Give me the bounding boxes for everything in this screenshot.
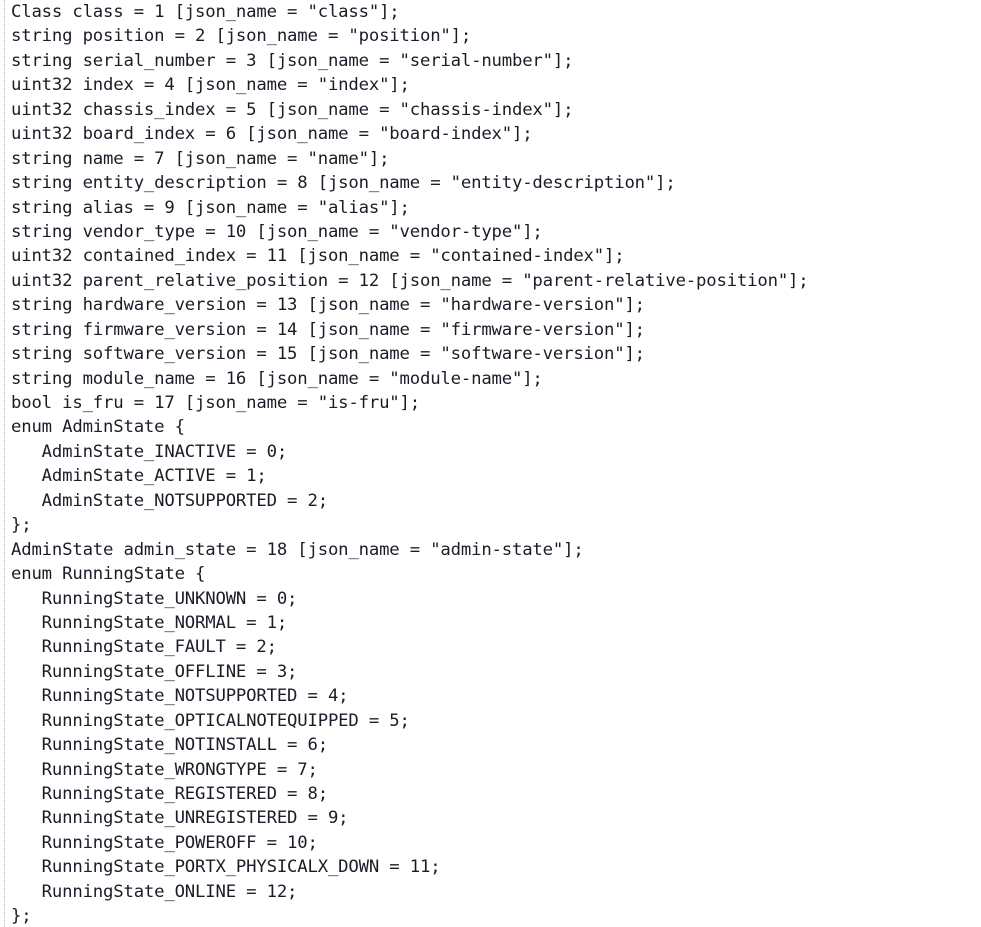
code-line: string serial_number = 3 [json_name = "s… (11, 50, 574, 71)
code-line: RunningState_OPTICALNOTEQUIPPED = 5; (11, 710, 410, 731)
code-line: uint32 index = 4 [json_name = "index"]; (11, 75, 410, 96)
code-line: enum RunningState { (11, 564, 206, 585)
code-line: string module_name = 16 [json_name = "mo… (11, 368, 543, 389)
code-line: RunningState_NOTSUPPORTED = 4; (11, 686, 349, 707)
code-line: AdminState admin_state = 18 [json_name =… (11, 539, 584, 560)
code-line: uint32 parent_relative_position = 12 [js… (11, 270, 809, 291)
code-line: RunningState_FAULT = 2; (11, 637, 277, 658)
code-line: RunningState_UNKNOWN = 0; (11, 588, 298, 609)
code-line: }; (11, 515, 32, 536)
code-line: Class class = 1 [json_name = "class"]; (11, 2, 400, 22)
code-line: RunningState_UNREGISTERED = 9; (11, 808, 349, 829)
code-line: string firmware_version = 14 [json_name … (11, 319, 645, 340)
code-line: string name = 7 [json_name = "name"]; (11, 148, 390, 169)
code-line: string entity_description = 8 [json_name… (11, 173, 676, 194)
code-line: RunningState_NORMAL = 1; (11, 612, 288, 633)
code-line: uint32 board_index = 6 [json_name = "boa… (11, 124, 533, 145)
code-line: AdminState_NOTSUPPORTED = 2; (11, 490, 328, 511)
code-line: RunningState_OFFLINE = 3; (11, 661, 298, 682)
code-listing-pane[interactable]: Class class = 1 [json_name = "class"]; st… (0, 0, 981, 927)
code-line: uint32 contained_index = 11 [json_name =… (11, 246, 625, 267)
code-line: string software_version = 15 [json_name … (11, 344, 645, 365)
code-line: RunningState_PORTX_PHYSICALX_DOWN = 11; (11, 857, 441, 878)
code-line: uint32 chassis_index = 5 [json_name = "c… (11, 99, 574, 120)
code-line: RunningState_NOTINSTALL = 6; (11, 735, 328, 756)
code-line: RunningState_ONLINE = 12; (11, 881, 298, 902)
code-lines-container[interactable]: Class class = 1 [json_name = "class"]; st… (11, 0, 971, 927)
code-line: AdminState_ACTIVE = 1; (11, 466, 267, 487)
gutter-divider (4, 0, 5, 927)
code-line: string position = 2 [json_name = "positi… (11, 26, 472, 47)
code-line: string alias = 9 [json_name = "alias"]; (11, 197, 410, 218)
code-line: string hardware_version = 13 [json_name … (11, 295, 645, 316)
code-line: RunningState_POWEROFF = 10; (11, 832, 318, 853)
code-line: string vendor_type = 10 [json_name = "ve… (11, 221, 543, 242)
code-line: AdminState_INACTIVE = 0; (11, 441, 288, 462)
code-line: }; (11, 906, 32, 927)
code-line: RunningState_REGISTERED = 8; (11, 784, 328, 804)
code-line: bool is_fru = 17 [json_name = "is-fru"]; (11, 393, 420, 413)
code-line: RunningState_WRONGTYPE = 7; (11, 759, 318, 780)
code-line: enum AdminState { (11, 417, 185, 438)
